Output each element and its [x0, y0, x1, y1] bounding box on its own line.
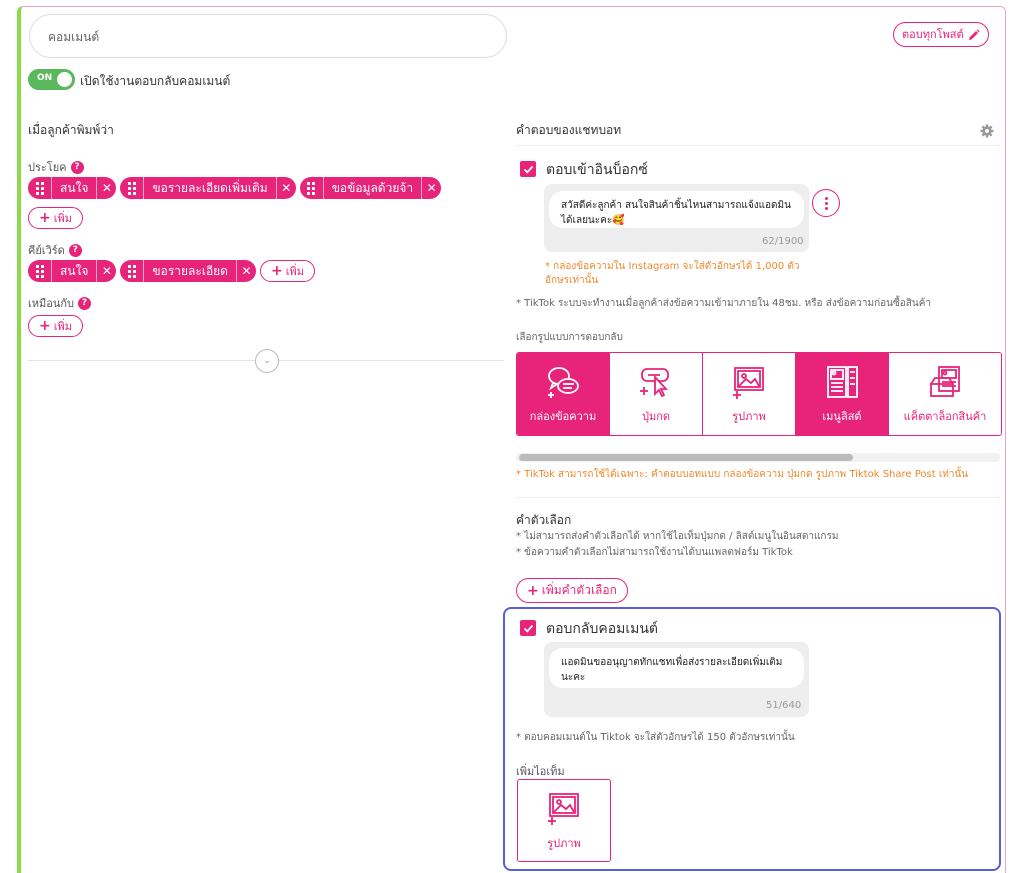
toggle-state: ON: [37, 73, 53, 83]
keyword-chip[interactable]: สนใจ ✕: [28, 260, 117, 282]
sentence-chip[interactable]: ขอข้อมูลด้วยจ้า ✕: [299, 177, 442, 199]
type-menu-list[interactable]: เมนูลิสต์: [796, 353, 889, 435]
comment-reply-label: ตอบกลับคอมเมนต์: [546, 621, 659, 637]
type-image[interactable]: รูปภาพ: [703, 353, 796, 435]
same-as-add-row: + เพิ่ม: [28, 315, 83, 337]
reply-type-selector: กล่องข้อความ ปุ่มกด รูปภาพ เมนูลิสต์ แค็…: [516, 352, 1002, 436]
comment-message-text[interactable]: แอดมินขออนุญาตทักแชทเพื่อส่งรายละเอียดเพ…: [549, 648, 804, 688]
drag-handle-icon[interactable]: [28, 260, 52, 282]
drag-handle-icon[interactable]: [120, 177, 145, 199]
gear-icon[interactable]: [980, 124, 994, 138]
image-icon: [548, 792, 579, 825]
add-item-label: เพิ่มไอเท็ม: [516, 765, 565, 778]
sentence-label: ประโยค: [28, 161, 67, 174]
tiktok-window-note: * TikTok ระบบจะทำงานเมื่อลูกค้าส่งข้อควา…: [516, 298, 932, 309]
sentence-section-label: ประโยค ?: [28, 158, 84, 176]
drag-handle-icon[interactable]: [300, 177, 324, 199]
menu-list-icon: [827, 365, 858, 398]
add-keyword-button[interactable]: + เพิ่ม: [259, 260, 315, 282]
item-label: รูปภาพ: [547, 836, 581, 850]
help-icon[interactable]: ?: [78, 296, 92, 310]
add-same-as-button[interactable]: + เพิ่ม: [28, 315, 83, 337]
reply-all-posts-button[interactable]: ตอบทุกโพสต์: [893, 22, 989, 47]
drag-handle-icon[interactable]: [120, 260, 145, 282]
type-label: ปุ่มกด: [641, 409, 671, 423]
chevron-down-icon[interactable]: ⌄: [255, 349, 279, 373]
chip-label: สนใจ: [60, 180, 89, 195]
comment-name-input[interactable]: คอมเมนต์: [29, 14, 507, 58]
add-quick-reply-button[interactable]: + เพิ่มคำตัวเลือก: [516, 578, 628, 603]
keyword-label: คีย์เวิร์ด: [28, 244, 65, 257]
type-label: เมนูลิสต์: [822, 409, 862, 423]
type-catalog[interactable]: แค็ตตาล็อกสินค้า: [889, 353, 1001, 435]
keyword-chips: สนใจ ✕ ขอรายละเอียด ✕ + เพิ่ม: [28, 260, 315, 282]
add-sentence-button[interactable]: + เพิ่ม: [28, 207, 83, 229]
inbox-char-counter: 62/1900: [762, 236, 804, 247]
toggle-label: เปิดใช้งานตอบกลับคอมเมนต์: [80, 74, 231, 88]
add-image-item[interactable]: รูปภาพ: [517, 779, 611, 862]
comment-reply-checkbox[interactable]: [520, 620, 536, 636]
type-label: กล่องข้อความ: [529, 409, 597, 423]
divider: [516, 497, 1000, 498]
same-as-label: เหมือนกับ: [28, 297, 75, 310]
inbox-message-text[interactable]: สวัสดีค่ะลูกค้า สนใจสินค้าชิ้นไหนสามารถแ…: [549, 191, 804, 228]
image-icon: [733, 366, 764, 399]
check-icon: [523, 624, 533, 633]
type-button[interactable]: ปุ่มกด: [610, 353, 703, 435]
keyword-section-label: คีย์เวิร์ด ?: [28, 241, 82, 259]
check-icon: [523, 165, 533, 174]
help-icon[interactable]: ?: [68, 243, 82, 257]
toggle-knob: [57, 72, 72, 87]
chip-label: ขอข้อมูลด้วยจ้า: [331, 180, 414, 195]
remove-icon[interactable]: ✕: [96, 260, 116, 282]
remove-icon[interactable]: ✕: [275, 177, 296, 199]
type-label: แค็ตตาล็อกสินค้า: [903, 409, 987, 423]
pencil-icon: [968, 28, 980, 40]
button-click-icon: [640, 367, 669, 397]
divider: [516, 145, 1000, 146]
sentence-chips: สนใจ ✕ ขอรายละเอียดเพิ่มเติม ✕ ขอข้อมูลด…: [28, 177, 442, 199]
tiktok-comment-limit-note: * ตอบคอมเมนต์ใน Tiktok จะใส่ตัวอักษรได้ …: [516, 732, 795, 743]
scrollbar-thumb[interactable]: [519, 454, 853, 461]
sentence-add-row: + เพิ่ม: [28, 207, 83, 229]
plus-icon: +: [270, 263, 283, 279]
type-text-box[interactable]: กล่องข้อความ: [517, 353, 610, 435]
remove-icon[interactable]: ✕: [421, 177, 441, 199]
drag-handle-icon[interactable]: [28, 177, 52, 199]
help-icon[interactable]: ?: [70, 160, 84, 174]
comment-char-counter: 51/640: [766, 700, 802, 711]
keyword-chip[interactable]: ขอรายละเอียด ✕: [120, 260, 256, 282]
same-as-section-label: เหมือนกับ ?: [28, 294, 92, 312]
type-label: รูปภาพ: [732, 409, 766, 423]
reply-type-label: เลือกรูปแบบการตอบกลับ: [516, 332, 623, 343]
sentence-chip[interactable]: ขอรายละเอียดเพิ่มเติม ✕: [120, 177, 296, 199]
chatbot-reply-title: คำตอบของแชทบอท: [516, 123, 622, 137]
chip-label: สนใจ: [60, 263, 89, 278]
chip-label: ขอรายละเอียดเพิ่มเติม: [152, 180, 268, 195]
more-options-icon[interactable]: [812, 189, 840, 217]
inbox-checkbox[interactable]: [520, 161, 536, 177]
chat-bubbles-icon: [548, 366, 579, 398]
remove-icon[interactable]: ✕: [235, 260, 256, 282]
quick-reply-title: คำตัวเลือก: [516, 513, 572, 527]
enable-toggle[interactable]: ON: [28, 69, 75, 90]
quick-reply-note-instagram: * ไม่สามารถส่งคำตัวเลือกได้ หากใช้ไอเท็ม…: [516, 531, 839, 542]
reply-all-label: ตอบทุกโพสต์: [902, 28, 964, 41]
quick-reply-note-tiktok: * ข้อความคำตัวเลือกไม่สามารถใช้งานได้บนแ…: [516, 547, 793, 558]
plus-icon: +: [39, 318, 51, 334]
inbox-label: ตอบเข้าอินบ็อกซ์: [546, 162, 648, 178]
catalog-icon: [930, 365, 960, 397]
chip-label: ขอรายละเอียด: [152, 263, 228, 278]
plus-icon: +: [527, 582, 539, 599]
instagram-limit-note: * กล่องข้อความใน Instagram จะใส่ตัวอักษร…: [545, 261, 800, 286]
customer-says-title: เมื่อลูกค้าพิมพ์ว่า: [28, 123, 114, 137]
tiktok-supported-types-note: * TikTok สามารถใช้ได้เฉพาะ: คำตอบบอทแบบ …: [516, 469, 969, 480]
plus-icon: +: [39, 210, 51, 226]
sentence-chip[interactable]: สนใจ ✕: [28, 177, 117, 199]
remove-icon[interactable]: ✕: [96, 177, 116, 199]
